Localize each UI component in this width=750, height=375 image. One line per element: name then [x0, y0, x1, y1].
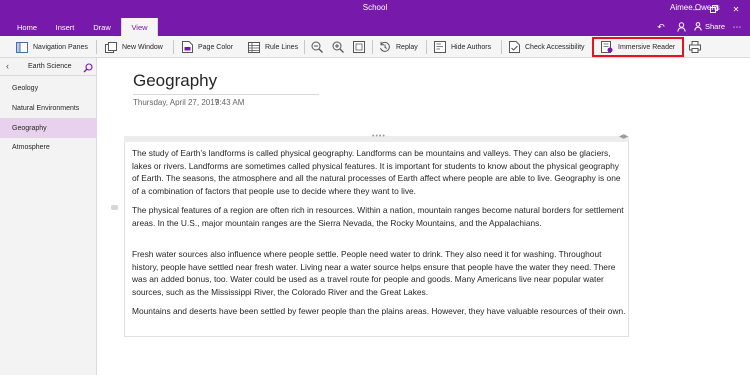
page-color-label: Page Color	[198, 43, 234, 51]
share-button[interactable]: Share	[694, 22, 725, 31]
hide-authors-button[interactable]: Hide Authors	[434, 40, 491, 54]
paragraph[interactable]: Fresh water sources also influence where…	[132, 248, 628, 298]
ribbon-tab-row: Home Insert Draw View ↶ Share ⋯	[0, 18, 750, 36]
page-item-natural-environments[interactable]: Natural Environments	[0, 98, 97, 118]
ribbon-divider	[304, 40, 305, 54]
paragraph[interactable]: The physical features of a region are of…	[132, 204, 628, 229]
zoom-in-icon	[332, 41, 344, 53]
maximize-icon[interactable]	[706, 1, 722, 17]
minimize-icon[interactable]: —	[689, 1, 705, 17]
section-title: Earth Science	[28, 63, 72, 70]
print-icon	[689, 41, 701, 53]
page-item-geology[interactable]: Geology	[0, 78, 97, 98]
page-navigation-pane: ‹ Earth Science Geology Natural Environm…	[0, 58, 97, 375]
paragraph[interactable]: Mountains and deserts have been settled …	[132, 305, 628, 318]
title-bar: School Aimee Owens — ✕	[0, 0, 750, 18]
person-icon[interactable]	[674, 20, 688, 34]
tab-insert[interactable]: Insert	[48, 18, 82, 36]
replay-button[interactable]: Replay	[379, 40, 418, 54]
paragraph[interactable]: The study of Earth’s landforms is called…	[132, 147, 628, 197]
navigation-panes-icon	[16, 41, 28, 53]
more-options-icon[interactable]: ⋯	[730, 20, 744, 34]
page-color-button[interactable]: Page Color	[181, 40, 233, 54]
navigation-panes-button[interactable]: Navigation Panes	[16, 40, 88, 54]
page-title[interactable]: Geography	[133, 71, 217, 91]
rule-lines-icon	[248, 41, 260, 53]
page-item-atmosphere[interactable]: Atmosphere	[0, 137, 97, 157]
title-underline	[133, 94, 319, 95]
ribbon-divider	[372, 40, 373, 54]
rule-lines-button[interactable]: Rule Lines	[248, 40, 298, 54]
tab-draw[interactable]: Draw	[86, 18, 118, 36]
replay-icon	[379, 41, 391, 53]
page-color-icon	[181, 41, 193, 53]
tab-home[interactable]: Home	[10, 18, 44, 36]
check-accessibility-label: Check Accessibility	[525, 43, 585, 51]
hide-authors-icon	[434, 41, 446, 53]
zoom-out-button[interactable]	[311, 40, 328, 54]
page-time: 9:43 AM	[215, 98, 245, 107]
zoom-in-button[interactable]	[332, 40, 349, 54]
check-accessibility-icon	[508, 41, 520, 53]
rule-lines-label: Rule Lines	[265, 43, 299, 51]
page-item-geography[interactable]: Geography	[0, 118, 97, 138]
new-window-label: New Window	[122, 43, 163, 51]
close-icon[interactable]: ✕	[728, 1, 744, 17]
ribbon-divider	[173, 40, 174, 54]
window-title: School	[362, 3, 388, 12]
ribbon-divider	[96, 40, 97, 54]
new-window-icon	[105, 41, 117, 53]
undo-icon[interactable]: ↶	[654, 20, 668, 34]
check-accessibility-button[interactable]: Check Accessibility	[508, 40, 585, 54]
ribbon-divider	[501, 40, 502, 54]
ribbon-divider	[426, 40, 427, 54]
resize-handle-icon[interactable]: ◀▶	[619, 133, 628, 140]
new-window-button[interactable]: New Window	[105, 40, 163, 54]
search-icon[interactable]	[83, 60, 95, 73]
back-chevron-icon[interactable]: ‹	[6, 61, 9, 71]
share-label: Share	[705, 22, 726, 31]
zoom-100-button[interactable]	[353, 40, 370, 54]
tab-view[interactable]: View	[121, 18, 158, 36]
print-button[interactable]	[689, 40, 706, 54]
replay-label: Replay	[396, 43, 418, 51]
paragraph-handle-icon[interactable]	[111, 205, 118, 210]
zoom-out-icon	[311, 41, 323, 53]
zoom-100-icon	[353, 41, 365, 53]
page-date: Thursday, April 27, 2017	[133, 98, 220, 107]
share-icon	[694, 22, 702, 31]
navigation-panes-label: Navigation Panes	[33, 43, 88, 51]
section-header: ‹ Earth Science	[0, 58, 97, 76]
immersive-reader-highlight	[592, 37, 684, 57]
drag-handle-icon[interactable]: ••••	[372, 133, 386, 140]
hide-authors-label: Hide Authors	[451, 43, 492, 51]
